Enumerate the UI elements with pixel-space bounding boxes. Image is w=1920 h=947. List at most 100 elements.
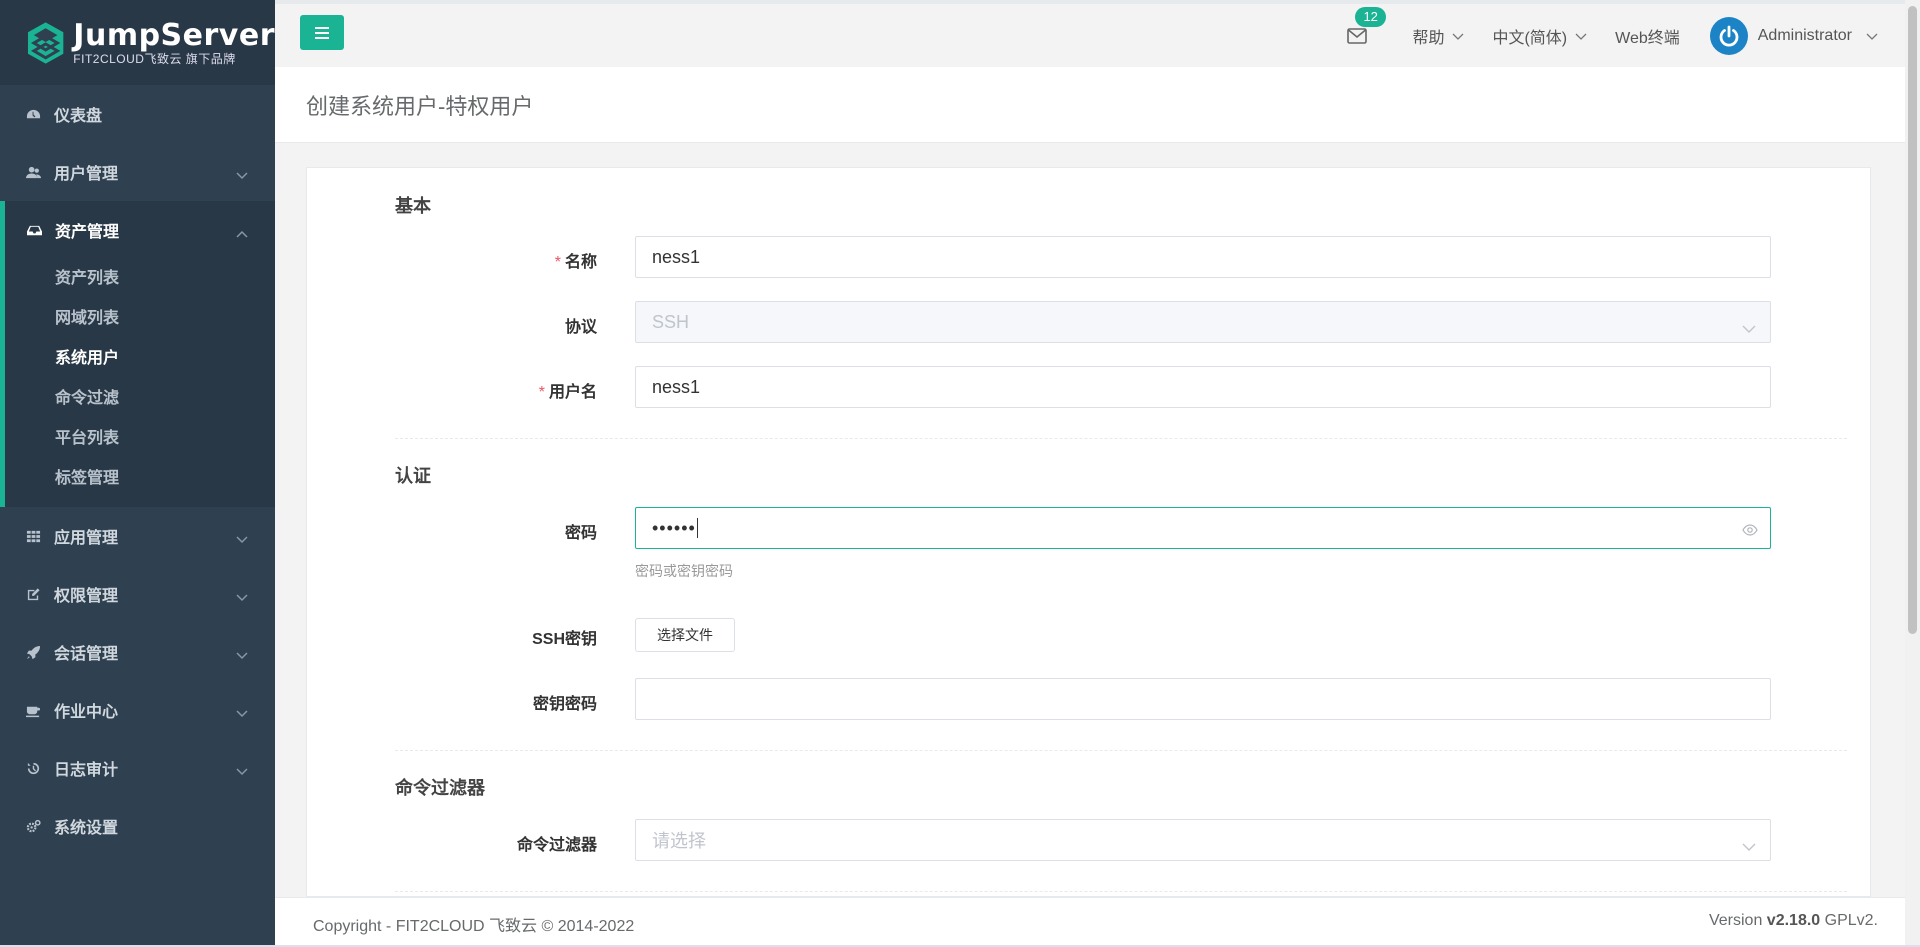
protocol-label: 协议 (564, 319, 597, 336)
sidebar-item-applications[interactable]: 应用管理 (0, 507, 275, 565)
name-value: ness1 (652, 246, 701, 267)
envelope-icon (1347, 27, 1368, 44)
language-label: 中文(简体) (1492, 29, 1568, 47)
brand-logo[interactable]: JumpServer FIT2CLOUD飞致云 旗下品牌 (0, 0, 275, 85)
inbox-icon (25, 223, 43, 238)
sidebar: JumpServer FIT2CLOUD飞致云 旗下品牌 仪表盘 用户管理 资产… (0, 0, 275, 947)
sidebar-group-assets: 资产管理 资产列表 网域列表 系统用户 命令过滤 平台列表 标签管理 (0, 201, 275, 507)
chevron-down-icon (1742, 836, 1756, 857)
jumpserver-logo-icon (27, 21, 64, 64)
page-title: 创建系统用户-特权用户 (306, 94, 534, 119)
command-filter-placeholder: 请选择 (652, 831, 706, 851)
choose-file-button[interactable]: 选择文件 (635, 618, 735, 652)
cogs-icon (24, 819, 42, 834)
language-menu[interactable]: 中文(简体) (1492, 24, 1587, 48)
chevron-down-icon (1575, 27, 1587, 45)
edit-icon (24, 587, 42, 602)
protocol-select[interactable]: SSH (635, 301, 1771, 343)
sidebar-item-label: 资产管理 (55, 224, 120, 241)
dashboard-icon (24, 107, 42, 122)
version-text: Version v2.18.0 GPLv2. (1708, 912, 1878, 929)
sidebar-item-audit[interactable]: 日志审计 (0, 739, 275, 797)
scrollbar-thumb[interactable] (1908, 6, 1917, 634)
section-title-command-filter: 命令过滤器 (395, 778, 485, 798)
username-field-label: * 用户名 (538, 384, 597, 401)
sidebar-item-label: 日志审计 (54, 762, 119, 779)
required-mark: * (554, 254, 561, 271)
sidebar-subitem-system-users[interactable]: 系统用户 (5, 339, 275, 379)
rocket-icon (24, 645, 42, 660)
password-value: •••••• (652, 517, 696, 538)
sidebar-subitem-platforms[interactable]: 平台列表 (5, 419, 275, 459)
username-label: Administrator (1757, 26, 1852, 44)
sidebar-item-jobs[interactable]: 作业中心 (0, 681, 275, 739)
section-divider (395, 438, 1847, 439)
chevron-down-icon (236, 647, 248, 665)
sidebar-subitem-asset-list[interactable]: 资产列表 (5, 259, 275, 299)
brand-subtitle: FIT2CLOUD飞致云 旗下品牌 (73, 51, 236, 66)
name-label: * 名称 (554, 254, 597, 271)
username-input[interactable]: ness1 (635, 366, 1771, 408)
topbar: 12 帮助 中文(简体) Web终端 Administrator (275, 0, 1920, 67)
text-caret (696, 518, 698, 538)
web-terminal-link[interactable]: Web终端 (1615, 24, 1680, 48)
sidebar-item-permissions[interactable]: 权限管理 (0, 565, 275, 623)
toggle-sidebar-button[interactable] (300, 15, 344, 50)
help-label: 帮助 (1412, 29, 1445, 47)
page-heading: 创建系统用户-特权用户 (275, 67, 1905, 143)
sidebar-item-label: 仪表盘 (54, 108, 103, 125)
chevron-down-icon (1866, 27, 1878, 45)
system-user-form: 基本 * 名称 ness1 协议 SSH * 用户名 ness1 认证 密码 •••… (306, 167, 1871, 897)
sidebar-subitem-labels[interactable]: 标签管理 (5, 459, 275, 499)
command-filter-label: 命令过滤器 (516, 837, 597, 854)
section-divider (395, 891, 1847, 892)
chevron-down-icon (236, 531, 248, 549)
chevron-down-icon (236, 589, 248, 607)
sidebar-subitem-command-filters[interactable]: 命令过滤 (5, 379, 275, 419)
sidebar-subitem-domain-list[interactable]: 网域列表 (5, 299, 275, 339)
sidebar-item-label: 权限管理 (54, 588, 119, 605)
hamburger-icon (315, 26, 329, 39)
sidebar-item-label: 应用管理 (54, 530, 119, 547)
sidebar-item-dashboard[interactable]: 仪表盘 (0, 85, 275, 143)
users-icon (24, 165, 42, 180)
coffee-icon (24, 703, 42, 718)
sidebar-item-label: 系统设置 (54, 820, 119, 837)
sidebar-item-label: 会话管理 (54, 646, 119, 663)
key-password-label: 密钥密码 (532, 696, 597, 713)
web-terminal-label: Web终端 (1615, 29, 1680, 47)
section-divider (395, 750, 1847, 751)
help-menu[interactable]: 帮助 (1412, 24, 1464, 48)
required-mark: * (538, 384, 545, 401)
grid-icon (24, 529, 42, 544)
password-input[interactable]: •••••• (635, 507, 1771, 549)
chevron-down-icon (236, 705, 248, 723)
history-icon (24, 761, 42, 776)
messages-button[interactable]: 12 (1342, 6, 1386, 51)
sidebar-item-label: 用户管理 (54, 166, 119, 183)
version-number: v2.18.0 (1766, 912, 1821, 929)
chevron-down-icon (236, 763, 248, 781)
page-scrollbar[interactable] (1905, 0, 1920, 947)
brand-title: JumpServer (73, 17, 275, 53)
eye-icon[interactable] (1742, 521, 1758, 542)
ssh-key-label: SSH密钥 (532, 631, 597, 648)
copyright-text: Copyright - FIT2CLOUD 飞致云 © 2014-2022 (313, 918, 635, 935)
user-menu[interactable]: Administrator (1758, 27, 1878, 45)
sidebar-item-assets[interactable]: 资产管理 (5, 201, 275, 259)
command-filter-select[interactable]: 请选择 (635, 819, 1771, 861)
password-label: 密码 (564, 525, 597, 542)
sidebar-item-label: 作业中心 (54, 704, 119, 721)
sidebar-item-sessions[interactable]: 会话管理 (0, 623, 275, 681)
chevron-up-icon (236, 225, 248, 243)
username-value: ness1 (652, 376, 701, 397)
protocol-value: SSH (652, 311, 690, 332)
sidebar-item-users[interactable]: 用户管理 (0, 143, 275, 201)
chevron-down-icon (236, 167, 248, 185)
message-count-badge: 12 (1355, 6, 1386, 27)
avatar[interactable] (1709, 16, 1748, 55)
key-password-input[interactable] (635, 678, 1771, 720)
section-title-basic: 基本 (395, 196, 431, 216)
sidebar-item-settings[interactable]: 系统设置 (0, 797, 275, 855)
name-input[interactable]: ness1 (635, 236, 1771, 278)
